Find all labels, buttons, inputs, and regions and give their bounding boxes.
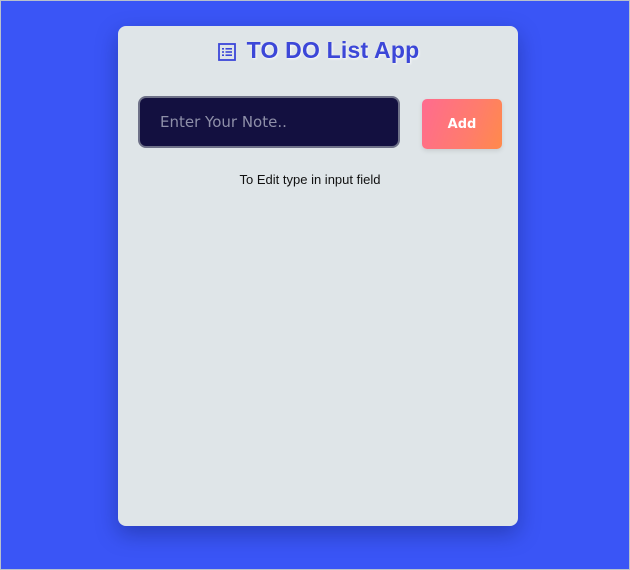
todo-card: TO DO List App Add To Edit type in input… [118,26,518,526]
edit-hint: To Edit type in input field [239,172,381,187]
list-icon [217,42,237,62]
note-input[interactable] [138,96,400,148]
add-button[interactable]: Add [422,99,502,149]
page-title: TO DO List App [246,36,420,63]
header: TO DO List App [118,34,518,66]
